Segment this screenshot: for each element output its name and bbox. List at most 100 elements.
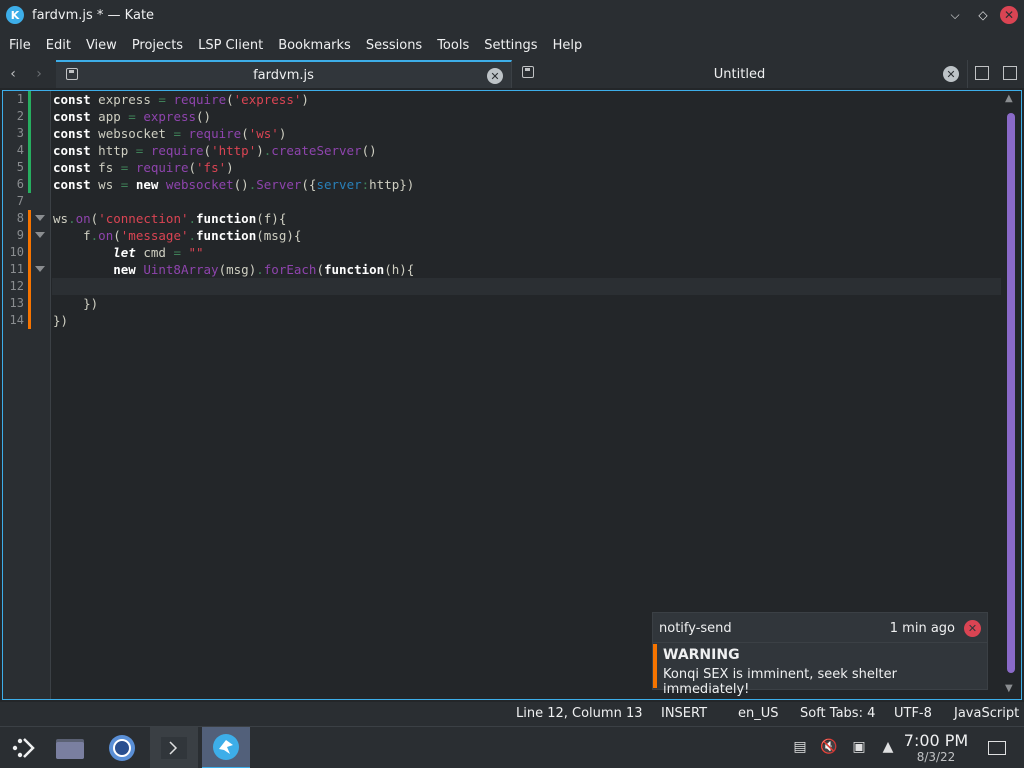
app-launcher-button[interactable]	[0, 727, 48, 768]
code-area[interactable]: const express = require('express') const …	[52, 91, 1001, 699]
indentation-setting[interactable]: Soft Tabs: 4	[800, 706, 875, 721]
menu-view[interactable]: View	[81, 38, 122, 53]
code-token: .	[68, 211, 76, 226]
line-number: 8	[16, 211, 24, 225]
code-token: ()	[361, 143, 377, 158]
line-number: 11	[9, 262, 24, 276]
notification-title: WARNING	[663, 647, 740, 663]
notification-close-icon[interactable]: ✕	[964, 620, 981, 637]
tab-close-icon[interactable]: ✕	[487, 68, 503, 84]
file-encoding[interactable]: UTF-8	[894, 706, 932, 721]
code-token: cmd	[135, 245, 174, 260]
code-line[interactable]: const http = require('http').createServe…	[52, 142, 1001, 159]
volume-muted-icon[interactable]: 🔇	[820, 739, 838, 757]
notification-divider	[653, 642, 987, 643]
back-arrow-icon[interactable]: ‹	[0, 66, 26, 82]
fold-marker-icon[interactable]	[35, 232, 45, 238]
maximize-button[interactable]: ◇	[972, 4, 994, 26]
clock-time[interactable]: 7:00 PM	[903, 731, 969, 750]
menu-bookmarks[interactable]: Bookmarks	[273, 38, 356, 53]
network-icon[interactable]: ▣	[850, 739, 868, 757]
scrollbar-thumb[interactable]	[1007, 113, 1015, 673]
menu-help[interactable]: Help	[548, 38, 588, 53]
saved-change-marker	[28, 91, 31, 193]
menu-file[interactable]: File	[4, 38, 36, 53]
code-token: =	[173, 126, 181, 141]
clock-date[interactable]: 8/3/22	[903, 750, 969, 764]
input-mode[interactable]: INSERT	[661, 706, 707, 721]
fold-marker-icon[interactable]	[35, 266, 45, 272]
scroll-up-icon[interactable]: ▲	[1005, 93, 1013, 104]
notification-urgency-bar	[653, 644, 657, 688]
vertical-scrollbar[interactable]: ▲ ▼	[1001, 91, 1021, 699]
editor-view[interactable]: 1 2 3 4 5 6 7 8 9 10 11 12 13 14 const e…	[2, 90, 1022, 700]
menu-lsp-client[interactable]: LSP Client	[193, 38, 268, 53]
code-line[interactable]: let cmd = ""	[52, 244, 1001, 261]
menu-projects[interactable]: Projects	[127, 38, 188, 53]
menu-edit[interactable]: Edit	[41, 38, 76, 53]
cursor-position[interactable]: Line 12, Column 13	[516, 706, 643, 721]
code-token: const	[53, 160, 91, 175]
desktop: K fardvm.js * — Kate ⌵ ◇ ✕ File Edit Vie…	[0, 0, 1024, 768]
code-line[interactable]: const websocket = require('ws')	[52, 125, 1001, 142]
line-number: 5	[16, 160, 24, 174]
forward-arrow-icon[interactable]: ›	[26, 66, 52, 82]
code-token: (msg)	[218, 262, 257, 277]
code-token: const	[53, 126, 91, 141]
code-line[interactable]	[52, 278, 1001, 295]
code-line[interactable]: })	[52, 312, 1001, 329]
code-token: const	[53, 92, 91, 107]
syntax-mode[interactable]: JavaScript	[954, 706, 1019, 721]
code-token: 'http'	[211, 143, 257, 158]
tray-expand-icon[interactable]: ▲	[879, 739, 897, 757]
show-desktop-icon[interactable]	[988, 741, 1006, 755]
menu-sessions[interactable]: Sessions	[361, 38, 427, 53]
split-view-icon[interactable]	[1003, 66, 1017, 80]
code-line[interactable]: const express = require('express')	[52, 91, 1001, 108]
code-token: forEach	[263, 262, 317, 277]
code-line[interactable]: const app = express()	[52, 108, 1001, 125]
code-line[interactable]: ws.on('connection'.function(f){	[52, 210, 1001, 227]
tab-label: fardvm.js	[253, 67, 314, 83]
code-token: function	[196, 211, 257, 226]
tab-fardvm-js[interactable]: fardvm.js ✕	[56, 60, 512, 88]
code-line[interactable]	[52, 193, 1001, 210]
line-number-gutter[interactable]: 1 2 3 4 5 6 7 8 9 10 11 12 13 14	[3, 91, 51, 699]
code-line[interactable]: const fs = require('fs')	[52, 159, 1001, 176]
menu-tools[interactable]: Tools	[432, 38, 474, 53]
tab-close-icon[interactable]: ✕	[943, 66, 959, 82]
code-token: =	[158, 92, 166, 107]
tab-bar: ‹ › fardvm.js ✕ Untitled ✕	[0, 60, 1024, 88]
kate-app-icon[interactable]: K	[6, 6, 24, 24]
code-token: server	[316, 177, 362, 192]
scroll-down-icon[interactable]: ▼	[1005, 683, 1013, 694]
taskbar-browser[interactable]	[98, 727, 146, 768]
code-token: 'ws'	[248, 126, 279, 141]
clipboard-icon[interactable]: ▤	[791, 739, 809, 757]
code-token: (	[188, 160, 197, 175]
code-token: f	[53, 228, 91, 243]
code-line[interactable]: const ws = new websocket().Server({serve…	[52, 176, 1001, 193]
fold-marker-icon[interactable]	[35, 215, 45, 221]
notification-popup[interactable]: notify-send 1 min ago ✕ WARNING Konqi SE…	[652, 612, 988, 697]
title-bar[interactable]: K fardvm.js * — Kate ⌵ ◇ ✕	[0, 0, 1024, 30]
taskbar-file-manager[interactable]	[46, 727, 94, 768]
spellcheck-language[interactable]: en_US	[738, 706, 779, 721]
taskbar-terminal[interactable]	[150, 727, 198, 768]
code-token: )	[301, 92, 309, 107]
line-number: 7	[16, 194, 24, 208]
tab-untitled[interactable]: Untitled ✕	[512, 60, 968, 88]
code-token: require	[135, 160, 189, 175]
line-number: 6	[16, 177, 24, 191]
close-button[interactable]: ✕	[1000, 6, 1018, 24]
menu-settings[interactable]: Settings	[479, 38, 542, 53]
code-line[interactable]: f.on('message'.function(msg){	[52, 227, 1001, 244]
new-tab-icon[interactable]	[975, 66, 989, 80]
code-line[interactable]: new Uint8Array(msg).forEach(function(h){	[52, 261, 1001, 278]
taskbar-kate[interactable]	[202, 727, 250, 768]
minimize-button[interactable]: ⌵	[944, 4, 966, 26]
code-line[interactable]: })	[52, 295, 1001, 312]
code-token: Uint8Array	[143, 262, 219, 277]
